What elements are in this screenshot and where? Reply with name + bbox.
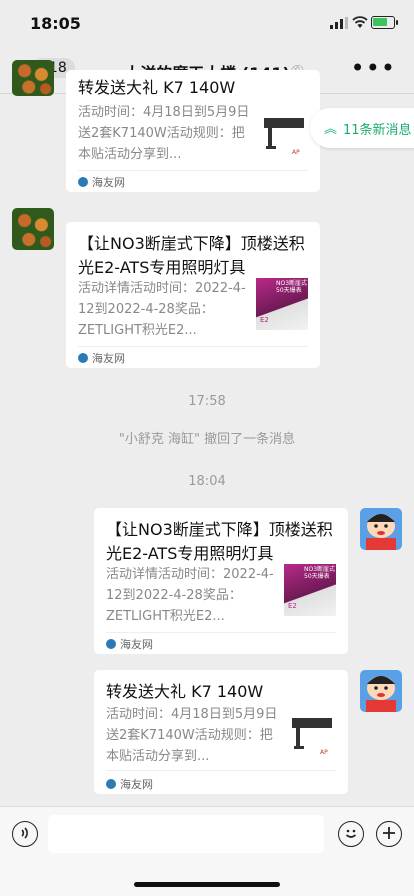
voice-input-icon[interactable]	[12, 821, 38, 847]
link-card[interactable]: 【让NO3断崖式下降】顶楼送积光E2-ATS专用照明灯具 活动详情活动时间：20…	[66, 222, 320, 368]
svg-text:AP: AP	[320, 749, 328, 756]
link-card-description: 活动详情活动时间：2022-4-12到2022-4-28奖品：ZETLIGHT积…	[106, 567, 274, 624]
link-card-thumbnail: AP	[286, 708, 338, 760]
link-card-thumbnail: NO3断崖式 50天爆表 E2	[284, 564, 336, 616]
link-card-thumbnail: AP	[258, 108, 310, 160]
link-card[interactable]: 【让NO3断崖式下降】顶楼送积光E2-ATS专用照明灯具 活动详情活动时间：20…	[94, 508, 348, 654]
avatar[interactable]	[12, 60, 54, 96]
avatar[interactable]	[360, 670, 402, 712]
link-card-title: 转发送大礼 K7 140W	[78, 78, 236, 97]
divider	[78, 346, 308, 347]
more-options-button[interactable]: •••	[351, 54, 396, 82]
wifi-icon	[352, 16, 368, 28]
message-input[interactable]	[48, 815, 324, 853]
link-card-description: 活动时间：4月18日到5月9日送2套K7140W活动规则：把本贴活动分享到...	[106, 707, 278, 764]
link-card[interactable]: 转发送大礼 K7 140W 活动时间：4月18日到5月9日送2套K7140W活动…	[66, 70, 320, 192]
status-bar: 18:05	[0, 0, 414, 46]
link-card-description: 活动时间：4月18日到5月9日送2套K7140W活动规则：把本贴活动分享到...	[78, 105, 250, 162]
double-chevron-up-icon: ︽	[324, 122, 338, 137]
new-messages-button[interactable]: ︽ 11条新消息	[310, 108, 414, 148]
emoji-icon[interactable]	[338, 821, 364, 847]
battery-icon	[371, 16, 398, 29]
link-card-source: 海友网	[106, 776, 153, 792]
link-card-source: 海友网	[78, 174, 125, 190]
recall-notice: "小舒克 海缸" 撤回了一条消息	[118, 432, 296, 447]
link-card-title: 转发送大礼 K7 140W	[106, 682, 264, 701]
link-card-source: 海友网	[106, 636, 153, 652]
message-timestamp: 17:58	[188, 394, 226, 409]
home-indicator	[134, 882, 280, 887]
avatar[interactable]	[12, 208, 54, 250]
link-card-source: 海友网	[78, 350, 125, 366]
add-more-icon[interactable]	[376, 821, 402, 847]
link-card-description: 活动详情活动时间：2022-4-12到2022-4-28奖品：ZETLIGHT积…	[78, 281, 246, 338]
avatar[interactable]	[360, 508, 402, 550]
link-card-title: 【让NO3断崖式下降】顶楼送积光E2-ATS专用照明灯具	[78, 234, 305, 277]
new-messages-label: 11条新消息	[343, 123, 412, 138]
link-card-thumbnail: NO3断崖式 50天爆表 E2	[256, 278, 308, 330]
message-timestamp: 18:04	[188, 474, 226, 489]
divider	[106, 770, 336, 771]
link-card[interactable]: 转发送大礼 K7 140W 活动时间：4月18日到5月9日送2套K7140W活动…	[94, 670, 348, 794]
link-card-title: 【让NO3断崖式下降】顶楼送积光E2-ATS专用照明灯具	[106, 520, 333, 563]
divider	[106, 632, 336, 633]
cellular-signal-icon	[330, 17, 348, 29]
svg-text:AP: AP	[292, 149, 300, 156]
divider	[78, 170, 308, 171]
status-time: 18:05	[30, 14, 81, 33]
